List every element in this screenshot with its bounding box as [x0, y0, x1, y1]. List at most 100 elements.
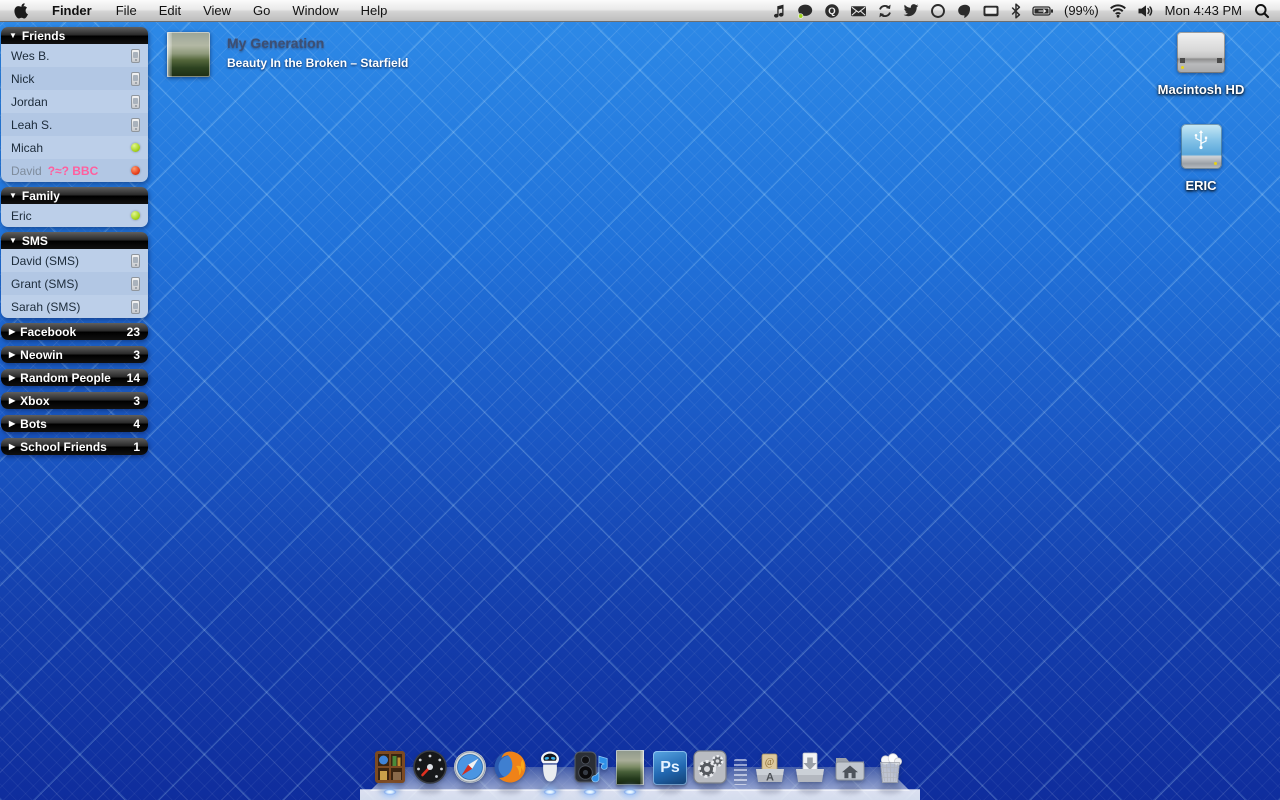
contact-row[interactable]: David (SMS) [1, 249, 148, 272]
contact-row[interactable]: Leah S. [1, 113, 148, 136]
dock-item-itunes[interactable] [572, 748, 609, 785]
group-header-family[interactable]: ▼ Family [1, 187, 148, 204]
dock-item-eve-robot[interactable] [532, 748, 569, 785]
mobile-phone-icon [131, 72, 140, 86]
gears-icon [692, 749, 728, 785]
dashboard-gauge-icon [412, 749, 448, 785]
disclosure-triangle-icon: ▶ [9, 351, 15, 359]
volume-icon[interactable] [1137, 3, 1153, 19]
drive-label: Macintosh HD [1136, 82, 1266, 97]
buddy-group-facebook: ▶ Facebook 23 [1, 323, 148, 340]
dock-item-applications-stack[interactable]: @ A [752, 748, 789, 785]
desktop-icon-macintosh-hd[interactable]: Macintosh HD [1136, 32, 1266, 97]
dock-item-delicious-library[interactable] [372, 748, 409, 785]
trash-full-icon [872, 749, 908, 785]
group-header-facebook[interactable]: ▶ Facebook 23 [1, 323, 148, 340]
dock-separator [734, 759, 747, 785]
eve-robot-icon [532, 749, 568, 785]
svg-text:@: @ [765, 757, 774, 768]
group-header-friends[interactable]: ▼ Friends [1, 27, 148, 44]
menu-view[interactable]: View [192, 0, 242, 22]
online-status-icon [131, 211, 140, 220]
buddy-group-friends: ▼ Friends Wes B. Nick Jordan Leah S. Mic… [1, 27, 148, 182]
menu-finder[interactable]: Finder [41, 0, 105, 22]
mobile-phone-icon [131, 277, 140, 291]
quicksilver-icon[interactable]: Q [824, 3, 840, 19]
mobile-phone-icon [131, 95, 140, 109]
menu-file[interactable]: File [105, 0, 148, 22]
contact-row[interactable]: David ?≈? BBC [1, 159, 148, 182]
twitter-bird-icon[interactable] [903, 3, 920, 18]
dock: Ps @ A [360, 738, 920, 800]
disclosure-triangle-icon: ▶ [9, 397, 15, 405]
photoshop-icon: Ps [653, 751, 687, 785]
buddy-group-school-friends: ▶ School Friends 1 [1, 438, 148, 455]
contact-row[interactable]: Sarah (SMS) [1, 295, 148, 318]
disclosure-triangle-icon: ▶ [9, 420, 15, 428]
album-cd-case-icon [616, 750, 644, 785]
dock-item-now-playing-album[interactable] [612, 748, 649, 785]
group-header-school-friends[interactable]: ▶ School Friends 1 [1, 438, 148, 455]
menu-window[interactable]: Window [281, 0, 349, 22]
group-count-badge: 4 [133, 417, 140, 431]
contact-row[interactable]: Eric [1, 204, 148, 227]
group-header-sms[interactable]: ▼ SMS [1, 232, 148, 249]
disclosure-triangle-icon: ▶ [9, 328, 15, 336]
dock-item-trash[interactable] [872, 748, 909, 785]
dock-item-downloads-stack[interactable] [792, 748, 829, 785]
battery-percent[interactable]: (99%) [1064, 3, 1099, 18]
spotlight-icon[interactable] [1254, 3, 1270, 19]
group-header-random-people[interactable]: ▶ Random People 14 [1, 369, 148, 386]
applications-folder-icon: @ A [752, 749, 788, 785]
group-header-xbox[interactable]: ▶ Xbox 3 [1, 392, 148, 409]
bluetooth-icon[interactable] [1010, 3, 1022, 19]
chat-bubble-icon[interactable] [797, 3, 814, 19]
contact-row[interactable]: Nick [1, 67, 148, 90]
apple-menu[interactable] [0, 2, 41, 19]
now-playing-subtitle: Beauty In the Broken – Starfield [227, 56, 408, 70]
sync-icon[interactable] [877, 3, 893, 19]
dock-item-photoshop[interactable]: Ps [652, 748, 689, 785]
disclosure-triangle-icon: ▶ [9, 443, 15, 451]
menu-edit[interactable]: Edit [148, 0, 192, 22]
group-count-badge: 1 [133, 440, 140, 454]
now-playing-title: My Generation [227, 35, 408, 51]
firefox-icon [492, 749, 528, 785]
contact-row[interactable]: Grant (SMS) [1, 272, 148, 295]
group-header-bots[interactable]: ▶ Bots 4 [1, 415, 148, 432]
now-playing-notification[interactable]: My Generation Beauty In the Broken – Sta… [167, 32, 408, 77]
mobile-phone-icon [131, 49, 140, 63]
menu-help[interactable]: Help [350, 0, 399, 22]
battery-charging-icon[interactable] [1032, 3, 1054, 19]
disclosure-triangle-icon: ▼ [9, 192, 17, 200]
desktop-wallpaper: Finder File Edit View Go Window Help Q [0, 0, 1280, 800]
running-indicator-light [384, 789, 397, 795]
usb-drive-icon [1181, 124, 1222, 169]
dock-item-system-preferences[interactable] [692, 748, 729, 785]
buddy-group-random-people: ▶ Random People 14 [1, 369, 148, 386]
running-indicator-light [544, 789, 557, 795]
menu-go[interactable]: Go [242, 0, 281, 22]
dock-item-dashboard[interactable] [412, 748, 449, 785]
mail-icon[interactable] [850, 3, 867, 19]
contact-row[interactable]: Micah [1, 136, 148, 159]
music-note-icon[interactable] [771, 3, 787, 19]
evernote-elephant-icon[interactable] [956, 3, 972, 19]
apple-logo-icon [14, 2, 29, 19]
contact-row[interactable]: Wes B. [1, 44, 148, 67]
dock-item-safari[interactable] [452, 748, 489, 785]
safari-compass-icon [452, 749, 488, 785]
usb-symbol-icon [1192, 129, 1210, 151]
mobile-phone-icon [131, 254, 140, 268]
circle-icon[interactable] [930, 3, 946, 19]
dock-item-firefox[interactable] [492, 748, 529, 785]
group-header-neowin[interactable]: ▶ Neowin 3 [1, 346, 148, 363]
menu-clock[interactable]: Mon 4:43 PM [1163, 3, 1244, 18]
buddy-list: ▼ Friends Wes B. Nick Jordan Leah S. Mic… [1, 27, 148, 461]
home-folder-icon [832, 749, 868, 785]
display-icon[interactable] [982, 3, 1000, 19]
wifi-icon[interactable] [1109, 3, 1127, 18]
dock-item-home-folder[interactable] [832, 748, 869, 785]
desktop-icon-eric[interactable]: ERIC [1136, 124, 1266, 193]
contact-row[interactable]: Jordan [1, 90, 148, 113]
